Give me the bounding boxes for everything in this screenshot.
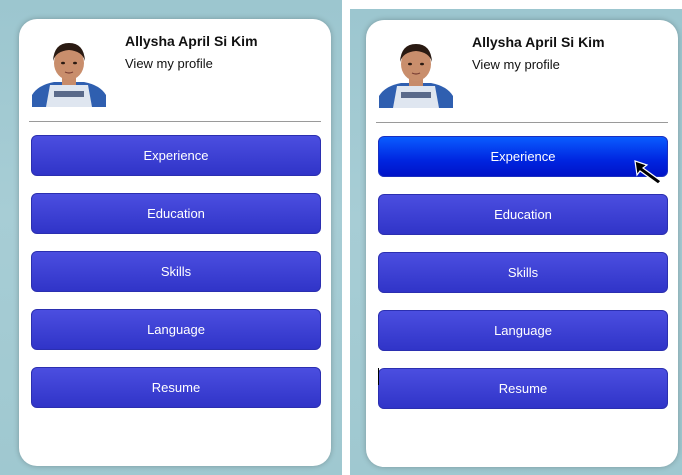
button-label: Resume [498,381,548,396]
divider [376,122,668,123]
avatar[interactable] [379,38,453,108]
mouse-cursor-icon [634,160,662,185]
experience-button[interactable]: Experience [31,135,321,176]
resume-button[interactable]: Resume [31,367,321,408]
view-profile-link[interactable]: View my profile [472,57,560,72]
profile-name: Allysha April Si Kim [472,34,605,50]
skills-button[interactable]: Skills [378,252,668,293]
education-button[interactable]: Education [378,194,668,235]
language-button[interactable]: Language [31,309,321,350]
screenshot-left-background: Allysha April Si Kim View my profile Exp… [0,0,342,475]
skills-button[interactable]: Skills [31,251,321,292]
education-button[interactable]: Education [31,193,321,234]
profile-card: Allysha April Si Kim View my profile Exp… [19,19,331,466]
avatar[interactable] [32,37,106,107]
language-button[interactable]: Language [378,310,668,351]
view-profile-link[interactable]: View my profile [125,56,213,71]
profile-name: Allysha April Si Kim [125,33,258,49]
button-label: Language [147,322,205,337]
button-label: Education [147,206,205,221]
button-label: Skills [160,264,192,279]
profile-photo [379,38,453,108]
text-cursor [378,368,379,385]
profile-photo [32,37,106,107]
button-label: Experience [143,148,209,163]
resume-button[interactable]: Resume [378,368,668,409]
button-label: Language [494,323,552,338]
button-label: Education [494,207,552,222]
button-label: Skills [507,265,539,280]
profile-card: Allysha April Si Kim View my profile Exp… [366,20,678,467]
divider [29,121,321,122]
button-label: Experience [490,149,556,164]
screenshot-right-background: Allysha April Si Kim View my profile Exp… [350,9,682,475]
experience-button[interactable]: Experience [378,136,668,185]
button-label: Resume [151,380,201,395]
